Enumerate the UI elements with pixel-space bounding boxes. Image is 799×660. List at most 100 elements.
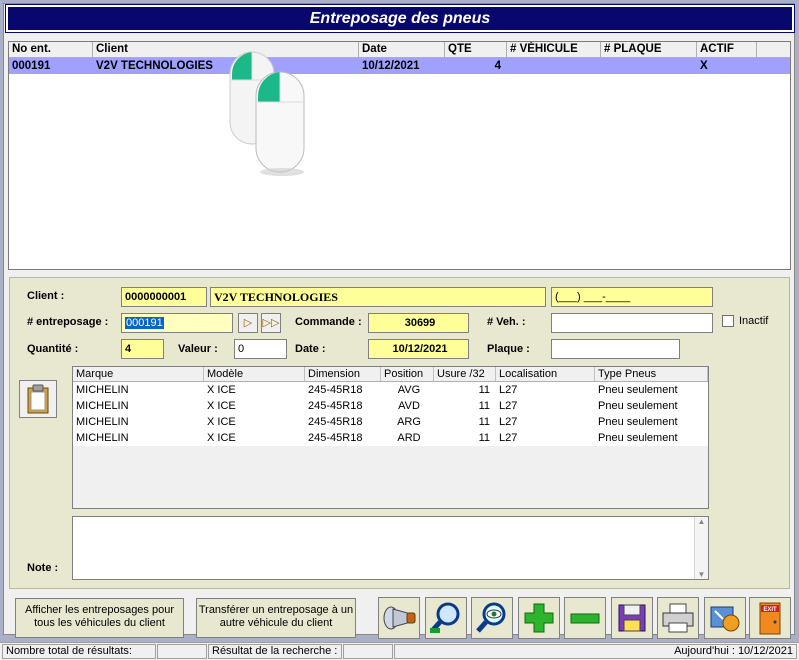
cell-position: AVG [397, 384, 421, 396]
cell-localisation: L27 [499, 416, 518, 428]
exit-door-icon: EXIT [759, 602, 781, 635]
remove-button[interactable] [564, 597, 606, 639]
date-label: Date : [295, 343, 326, 355]
client-name-field[interactable]: V2V TECHNOLOGIES [210, 287, 546, 307]
col-no-ent[interactable]: No ent. [9, 42, 93, 57]
add-button[interactable] [518, 597, 560, 639]
tools-button[interactable] [704, 597, 746, 639]
col-date[interactable]: Date [359, 42, 445, 57]
note-textarea[interactable]: ▲ ▼ [72, 516, 709, 580]
cell-type-pneus: Pneu seulement [598, 416, 678, 428]
cell-type-pneus: Pneu seulement [598, 384, 678, 396]
valeur-field[interactable]: 0 [234, 339, 287, 359]
cell-vehicule [507, 58, 601, 74]
flashlight-icon [383, 606, 416, 630]
cell-position: ARD [397, 432, 421, 444]
search-result-label: Résultat de la recherche : [208, 644, 342, 659]
col-modele[interactable]: Modèle [204, 367, 305, 381]
status-bar: Nombre total de résultats: Résultat de l… [0, 642, 799, 660]
veh-field[interactable] [551, 313, 713, 333]
window-title: Entreposage des pneus [5, 4, 795, 33]
table-row[interactable]: 000191 V2V TECHNOLOGIES 10/12/2021 4 X [9, 58, 790, 74]
cell-plaque [601, 58, 697, 74]
col-dimension[interactable]: Dimension [305, 367, 381, 381]
show-all-vehicles-button[interactable]: Afficher les entreposages pour tous les … [15, 598, 184, 638]
col-vehicule[interactable]: # VÉHICULE [507, 42, 601, 57]
col-plaque[interactable]: # PLAQUE [601, 42, 697, 57]
veh-label: # Veh. : [487, 316, 526, 328]
note-scrollbar[interactable]: ▲ ▼ [694, 517, 708, 579]
table-row[interactable]: MICHELIN X ICE 245-45R18 AVD 11 L27 Pneu… [73, 398, 708, 414]
floppy-disk-icon [618, 604, 646, 632]
exit-label: EXIT [763, 607, 777, 613]
cell-dimension: 245-45R18 [308, 384, 363, 396]
view-button[interactable] [471, 597, 513, 639]
total-results-value [157, 644, 207, 659]
client-phone-field[interactable]: (___) ___-____ [551, 287, 713, 307]
quantite-label: Quantité : [27, 343, 79, 355]
cell-dimension: 245-45R18 [308, 432, 363, 444]
search-result-value [343, 644, 393, 659]
mouse-double-click-icon [229, 51, 305, 176]
eye-search-icon [476, 602, 506, 633]
col-localisation[interactable]: Localisation [496, 367, 595, 381]
cell-modele: X ICE [207, 416, 236, 428]
storage-list[interactable]: No ent. Client Date QTE # VÉHICULE # PLA… [8, 41, 791, 270]
search-icon [430, 602, 460, 633]
tools-icon [710, 606, 740, 632]
table-row[interactable]: MICHELIN X ICE 245-45R18 ARD 11 L27 Pneu… [73, 430, 708, 446]
cell-date: 10/12/2021 [362, 60, 420, 72]
clipboard-button[interactable] [19, 380, 57, 418]
transfer-storage-button[interactable]: Transférer un entreposage à un autre véh… [196, 598, 356, 638]
cell-type-pneus: Pneu seulement [598, 432, 678, 444]
cell-localisation: L27 [499, 400, 518, 412]
cell-type-pneus: Pneu seulement [598, 400, 678, 412]
tires-grid-header: Marque Modèle Dimension Position Usure /… [73, 367, 708, 382]
col-actif[interactable]: ACTIF [697, 42, 757, 57]
next-icon[interactable]: ▷ [238, 313, 258, 333]
cell-position: AVD [398, 400, 420, 412]
date-field[interactable]: 10/12/2021 [368, 339, 469, 359]
cell-actif: X [700, 60, 708, 72]
cell-usure: 11 [478, 400, 490, 412]
last-icon[interactable]: ▷▷ [261, 313, 281, 333]
client-code-field[interactable]: 0000000001 [121, 287, 207, 307]
col-marque[interactable]: Marque [73, 367, 204, 381]
table-row[interactable]: MICHELIN X ICE 245-45R18 ARG 11 L27 Pneu… [73, 414, 708, 430]
search-button[interactable] [425, 597, 467, 639]
cell-modele: X ICE [207, 400, 236, 412]
cell-modele: X ICE [207, 384, 236, 396]
table-row[interactable]: MICHELIN X ICE 245-45R18 AVG 11 L27 Pneu… [73, 382, 708, 398]
plaque-field[interactable] [551, 339, 680, 359]
entreposage-label: # entreposage : [27, 316, 109, 328]
plus-icon [524, 603, 554, 633]
printer-icon [662, 603, 694, 633]
col-qte[interactable]: QTE [445, 42, 507, 57]
entreposage-field[interactable]: 000191 [121, 313, 233, 333]
exit-button[interactable]: EXIT [749, 597, 791, 639]
entreposage-value: 000191 [125, 317, 164, 329]
flashlight-button[interactable] [378, 597, 420, 639]
print-button[interactable] [657, 597, 699, 639]
clipboard-icon [27, 384, 49, 414]
inactif-label: Inactif [739, 315, 769, 327]
plaque-label: Plaque : [487, 343, 530, 355]
tires-grid[interactable]: Marque Modèle Dimension Position Usure /… [72, 366, 709, 509]
quantite-field[interactable]: 4 [121, 339, 164, 359]
storage-list-header: No ent. Client Date QTE # VÉHICULE # PLA… [9, 42, 790, 58]
valeur-label: Valeur : [178, 343, 218, 355]
cell-marque: MICHELIN [76, 416, 129, 428]
cell-usure: 11 [478, 416, 490, 428]
today-date: Aujourd'hui : 10/12/2021 [394, 644, 797, 659]
client-label: Client : [27, 290, 65, 302]
cell-position: ARG [397, 416, 421, 428]
col-usure[interactable]: Usure /32 [434, 367, 496, 381]
commande-field[interactable]: 30699 [368, 313, 469, 333]
cell-marque: MICHELIN [76, 400, 129, 412]
cell-localisation: L27 [499, 432, 518, 444]
col-position[interactable]: Position [381, 367, 434, 381]
cell-modele: X ICE [207, 432, 236, 444]
col-type-pneus[interactable]: Type Pneus [595, 367, 708, 381]
inactif-checkbox[interactable] [722, 315, 734, 327]
save-button[interactable] [611, 597, 653, 639]
